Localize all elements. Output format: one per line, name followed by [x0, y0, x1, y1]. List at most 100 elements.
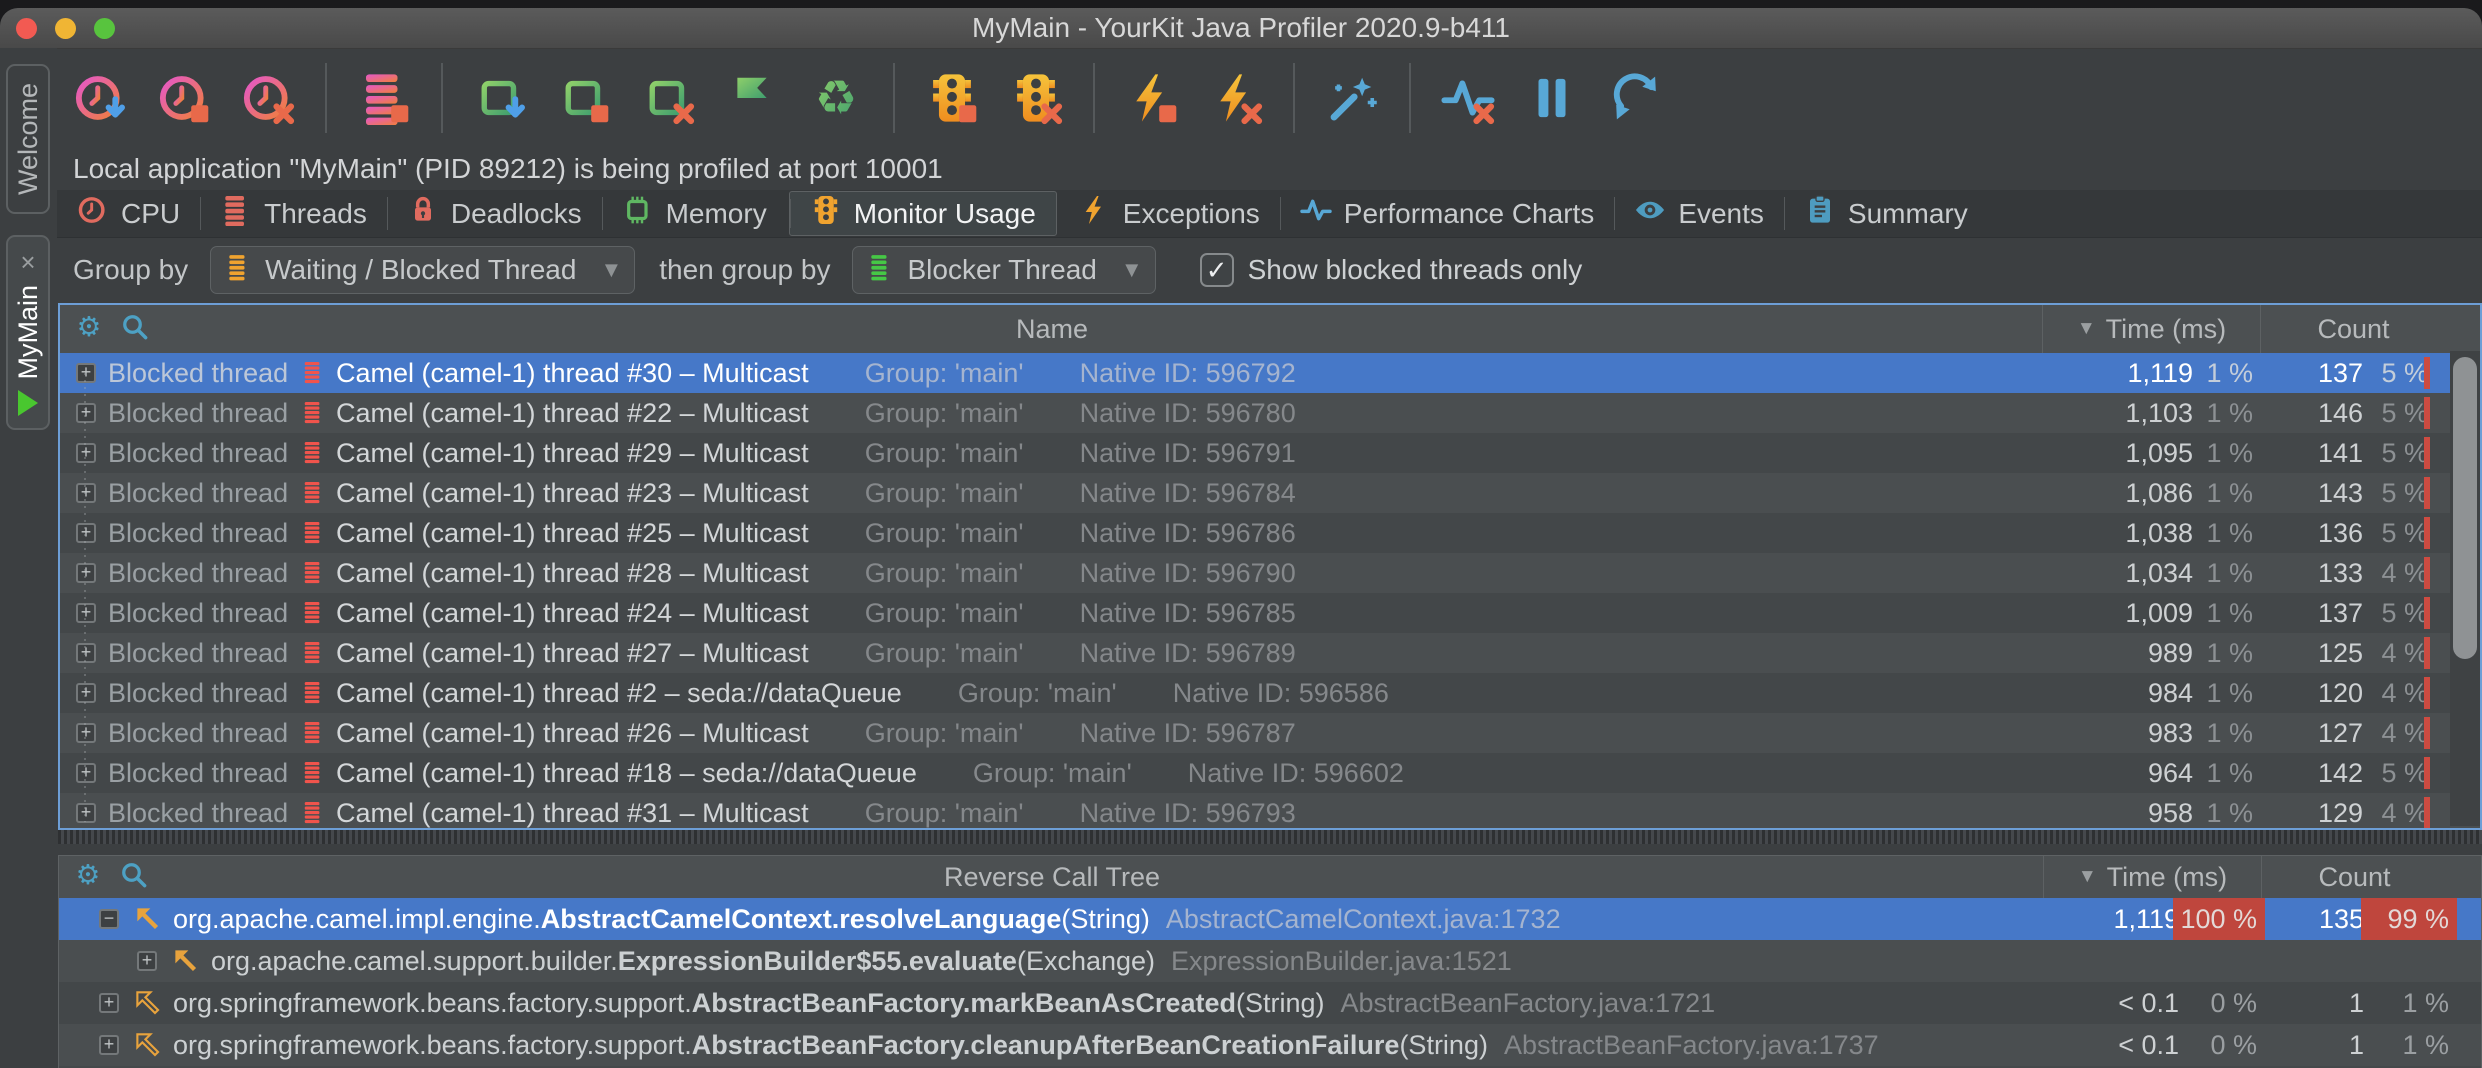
tab-threads[interactable]: Threads: [200, 190, 387, 237]
start-cpu-profiling-button[interactable]: [73, 71, 127, 125]
table-row[interactable]: +Blocked thread Camel (camel-1) thread #…: [60, 753, 2480, 793]
sidebar-tab-welcome[interactable]: Welcome: [6, 64, 50, 214]
tab-performance-charts[interactable]: Performance Charts: [1280, 190, 1615, 237]
stop-allocation-recording-button[interactable]: [557, 71, 611, 125]
thread-group: Group: 'main': [973, 758, 1132, 788]
expand-icon[interactable]: +: [76, 803, 96, 823]
table-row[interactable]: +Blocked thread Camel (camel-1) thread #…: [60, 553, 2480, 593]
stop-exception-profiling-button[interactable]: [1125, 71, 1179, 125]
reverse-call-arrow-icon: [135, 1032, 161, 1068]
table-row[interactable]: +Blocked thread Camel (camel-1) thread #…: [60, 393, 2480, 433]
expand-icon[interactable]: +: [76, 643, 96, 663]
expand-icon[interactable]: +: [76, 483, 96, 503]
scrollbar-thumb[interactable]: [2453, 357, 2477, 659]
force-gc-button[interactable]: ♻: [809, 71, 863, 125]
expand-icon[interactable]: +: [76, 443, 96, 463]
call-tree-row[interactable]: − org.apache.camel.impl.engine.AbstractC…: [59, 898, 2481, 940]
thread-group: Group: 'main': [958, 678, 1117, 708]
inspections-button[interactable]: [1325, 71, 1379, 125]
generation-flag-button[interactable]: [725, 71, 779, 125]
table-row[interactable]: +Blocked thread Camel (camel-1) thread #…: [60, 793, 2480, 828]
table-row[interactable]: +Blocked thread Camel (camel-1) thread #…: [60, 593, 2480, 633]
time-percent: 1 %: [2133, 593, 2253, 633]
count-percent: 5 %: [2318, 353, 2428, 393]
row-state-label: Blocked thread: [108, 673, 288, 713]
waiting-thread-icon: [225, 252, 251, 289]
thread-group: Group: 'main': [865, 598, 1024, 628]
panel-splitter[interactable]: [58, 830, 2482, 844]
thread-name: Camel (camel-1) thread #22 – MulticastGr…: [336, 393, 1296, 433]
count-percent: 5 %: [2318, 593, 2428, 633]
tab-summary[interactable]: Summary: [1784, 190, 1988, 237]
monitor-table-header: ⚙ Name ▼ Time (ms) Count: [60, 305, 2480, 354]
expand-icon[interactable]: +: [76, 523, 96, 543]
table-row[interactable]: +Blocked thread Camel (camel-1) thread #…: [60, 633, 2480, 673]
table-row[interactable]: +Blocked thread Camel (camel-1) thread #…: [60, 353, 2480, 393]
column-header-time[interactable]: ▼ Time (ms): [2042, 305, 2261, 353]
thread-group: Group: 'main': [865, 358, 1024, 388]
pause-telemetry-button[interactable]: [1525, 71, 1579, 125]
expand-icon[interactable]: +: [99, 993, 119, 1013]
clear-exception-results-button[interactable]: [1209, 71, 1263, 125]
table-row[interactable]: +Blocked thread Camel (camel-1) thread #…: [60, 513, 2480, 553]
toolbar-separator: [325, 63, 327, 133]
red-threshold-marker: [2424, 397, 2430, 429]
clear-allocation-results-button[interactable]: [641, 71, 695, 125]
expand-icon[interactable]: +: [76, 603, 96, 623]
refresh-button[interactable]: [1609, 71, 1663, 125]
then-group-by-dropdown[interactable]: Blocker Thread ▼: [852, 246, 1155, 294]
tab-memory[interactable]: Memory: [602, 190, 787, 237]
column-header-count[interactable]: Count: [2261, 305, 2446, 353]
expand-icon[interactable]: +: [76, 683, 96, 703]
clear-monitor-results-button[interactable]: [1009, 71, 1063, 125]
call-tree-row[interactable]: + org.apache.camel.support.builder.Expre…: [59, 940, 2481, 982]
tab-events[interactable]: Events: [1614, 190, 1784, 237]
expand-icon[interactable]: −: [99, 909, 119, 929]
thread-group: Group: 'main': [865, 718, 1024, 748]
start-allocation-recording-button[interactable]: [473, 71, 527, 125]
expand-icon[interactable]: +: [76, 563, 96, 583]
stop-monitor-profiling-button[interactable]: [925, 71, 979, 125]
tab-monitor-usage[interactable]: Monitor Usage: [789, 191, 1057, 236]
group-by-dropdown[interactable]: Waiting / Blocked Thread ▼: [210, 246, 635, 294]
vertical-scrollbar[interactable]: [2450, 351, 2480, 826]
pulse-icon: [1300, 194, 1332, 233]
tab-label: Threads: [264, 198, 367, 230]
show-blocked-threads-checkbox[interactable]: ✓: [1200, 253, 1234, 287]
tab-deadlocks[interactable]: Deadlocks: [387, 190, 602, 237]
expand-icon[interactable]: +: [76, 403, 96, 423]
reverse-call-tree-panel: ⚙ Reverse Call Tree ▼ Time (ms) Count − …: [58, 855, 2482, 1068]
threads-icon: [220, 194, 252, 233]
thread-native-id: Native ID: 596786: [1080, 518, 1296, 548]
red-threshold-marker: [2424, 517, 2430, 549]
tab-exceptions[interactable]: Exceptions: [1059, 190, 1280, 237]
column-header-time[interactable]: ▼ Time (ms): [2043, 856, 2262, 898]
call-tree-row[interactable]: + org.springframework.beans.factory.supp…: [59, 982, 2481, 1024]
tab-cpu[interactable]: CPU: [57, 190, 200, 237]
clear-telemetry-button[interactable]: [1441, 71, 1495, 125]
show-blocked-threads-label: Show blocked threads only: [1248, 254, 1583, 286]
call-tree-row[interactable]: + org.springframework.beans.factory.supp…: [59, 1024, 2481, 1066]
expand-icon[interactable]: +: [76, 363, 96, 383]
column-header-count[interactable]: Count: [2262, 856, 2447, 898]
expand-icon[interactable]: +: [76, 723, 96, 743]
column-header-name[interactable]: Name: [60, 305, 2044, 353]
thread-name: Camel (camel-1) thread #28 – MulticastGr…: [336, 553, 1296, 593]
expand-icon[interactable]: +: [137, 951, 157, 971]
tree-guide-line: [84, 373, 86, 822]
sidebar-tab-mymain[interactable]: × MyMain: [6, 235, 50, 430]
close-icon[interactable]: ×: [20, 249, 35, 275]
expand-icon[interactable]: +: [76, 763, 96, 783]
package-name: org.apache.camel.impl.engine.: [173, 904, 541, 934]
table-row[interactable]: +Blocked thread Camel (camel-1) thread #…: [60, 713, 2480, 753]
stop-cpu-profiling-button[interactable]: [157, 71, 211, 125]
clear-cpu-results-button[interactable]: [241, 71, 295, 125]
clock-icon: [77, 194, 109, 233]
expand-icon[interactable]: +: [99, 1035, 119, 1055]
table-row[interactable]: +Blocked thread Camel (camel-1) thread #…: [60, 473, 2480, 513]
method-name: AbstractBeanFactory.markBeanAsCreated: [692, 988, 1236, 1018]
table-row[interactable]: +Blocked thread Camel (camel-1) thread #…: [60, 433, 2480, 473]
stop-thread-profiling-button[interactable]: [357, 71, 411, 125]
tab-label: CPU: [121, 198, 180, 230]
table-row[interactable]: +Blocked thread Camel (camel-1) thread #…: [60, 673, 2480, 713]
